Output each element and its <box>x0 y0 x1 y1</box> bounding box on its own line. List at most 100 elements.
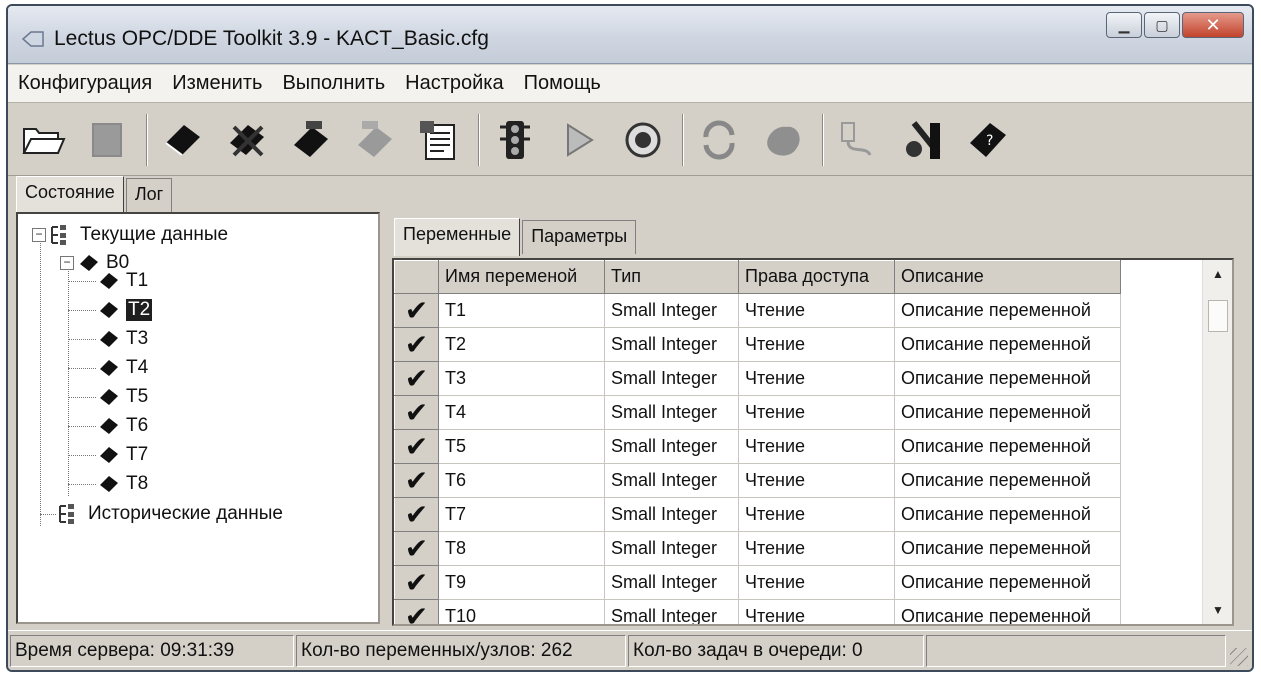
row-check-icon[interactable]: ✔ <box>394 564 439 600</box>
table-row[interactable]: ✔ T6 Small Integer Чтение Описание перем… <box>394 462 1121 498</box>
cell-name[interactable]: T2 <box>438 327 605 362</box>
cell-name[interactable]: T6 <box>438 463 605 498</box>
tree-item-t6[interactable]: T6 <box>98 415 148 437</box>
row-check-icon[interactable]: ✔ <box>394 598 439 624</box>
cell-description[interactable]: Описание переменной <box>894 293 1121 328</box>
row-check-icon[interactable]: ✔ <box>394 530 439 566</box>
tree-node-current-data[interactable]: − Текущие данные <box>32 224 228 246</box>
table-row[interactable]: ✔ T4 Small Integer Чтение Описание перем… <box>394 394 1121 430</box>
cell-access[interactable]: Чтение <box>738 497 895 532</box>
delete-variable-icon[interactable] <box>220 111 274 169</box>
cell-type[interactable]: Small Integer <box>604 361 739 396</box>
row-check-icon[interactable]: ✔ <box>394 462 439 498</box>
scroll-up-arrow-icon[interactable]: ▲ <box>1203 260 1232 288</box>
connection-icon[interactable] <box>832 111 886 169</box>
cell-access[interactable]: Чтение <box>738 531 895 566</box>
cell-type[interactable]: Small Integer <box>604 463 739 498</box>
cell-access[interactable]: Чтение <box>738 395 895 430</box>
row-check-icon[interactable]: ✔ <box>394 292 439 328</box>
minimize-button[interactable]: ▁ <box>1106 12 1142 38</box>
cell-type[interactable]: Small Integer <box>604 531 739 566</box>
cell-name[interactable]: T3 <box>438 361 605 396</box>
cell-type[interactable]: Small Integer <box>604 395 739 430</box>
cell-name[interactable]: T8 <box>438 531 605 566</box>
table-row[interactable]: ✔ T1 Small Integer Чтение Описание перем… <box>394 292 1121 328</box>
cell-access[interactable]: Чтение <box>738 293 895 328</box>
add-item-disabled-icon[interactable] <box>348 111 402 169</box>
cell-access[interactable]: Чтение <box>738 361 895 396</box>
scroll-down-arrow-icon[interactable]: ▼ <box>1203 596 1232 624</box>
table-row[interactable]: ✔ T8 Small Integer Чтение Описание перем… <box>394 530 1121 566</box>
import-config-icon[interactable] <box>412 111 466 169</box>
tree-item-t7[interactable]: T7 <box>98 444 148 466</box>
cell-description[interactable]: Описание переменной <box>894 463 1121 498</box>
row-check-icon[interactable]: ✔ <box>394 394 439 430</box>
menu-run[interactable]: Выполнить <box>282 72 385 95</box>
cell-type[interactable]: Small Integer <box>604 565 739 600</box>
cloud-icon[interactable] <box>756 111 810 169</box>
table-row[interactable]: ✔ T10 Small Integer Чтение Описание пере… <box>394 598 1121 624</box>
cell-description[interactable]: Описание переменной <box>894 497 1121 532</box>
tree-item-t2[interactable]: T2 <box>98 299 153 321</box>
cell-type[interactable]: Small Integer <box>604 599 739 624</box>
cell-type[interactable]: Small Integer <box>604 497 739 532</box>
close-button[interactable]: ✕ <box>1182 12 1244 38</box>
row-check-icon[interactable]: ✔ <box>394 428 439 464</box>
open-folder-icon[interactable] <box>16 111 70 169</box>
resize-grip-icon[interactable] <box>1230 648 1248 666</box>
column-header-type[interactable]: Тип <box>604 260 739 294</box>
table-row[interactable]: ✔ T5 Small Integer Чтение Описание перем… <box>394 428 1121 464</box>
settings-icon[interactable] <box>896 111 950 169</box>
cell-access[interactable]: Чтение <box>738 599 895 624</box>
table-row[interactable]: ✔ T2 Small Integer Чтение Описание перем… <box>394 326 1121 362</box>
cell-description[interactable]: Описание переменной <box>894 327 1121 362</box>
cell-type[interactable]: Small Integer <box>604 293 739 328</box>
cell-name[interactable]: T5 <box>438 429 605 464</box>
tab-variables[interactable]: Переменные <box>394 218 521 256</box>
play-icon[interactable] <box>552 111 606 169</box>
title-bar[interactable]: Lectus OPC/DDE Toolkit 3.9 - KACT_Basic.… <box>8 6 1252 64</box>
column-header-description[interactable]: Описание <box>894 260 1121 294</box>
cell-type[interactable]: Small Integer <box>604 429 739 464</box>
row-check-icon[interactable]: ✔ <box>394 360 439 396</box>
cell-name[interactable]: T10 <box>438 599 605 624</box>
cell-access[interactable]: Чтение <box>738 429 895 464</box>
add-item-icon[interactable] <box>284 111 338 169</box>
tree-item-t8[interactable]: T8 <box>98 473 148 495</box>
cell-name[interactable]: T1 <box>438 293 605 328</box>
cell-name[interactable]: T9 <box>438 565 605 600</box>
menu-help[interactable]: Помощь <box>524 72 601 95</box>
cell-access[interactable]: Чтение <box>738 327 895 362</box>
tab-status[interactable]: Состояние <box>16 176 124 214</box>
cell-description[interactable]: Описание переменной <box>894 429 1121 464</box>
cell-description[interactable]: Описание переменной <box>894 395 1121 430</box>
column-header-access[interactable]: Права доступа <box>738 260 895 294</box>
table-row[interactable]: ✔ T9 Small Integer Чтение Описание перем… <box>394 564 1121 600</box>
checkbox-column-header[interactable] <box>394 260 439 294</box>
traffic-light-icon[interactable] <box>488 111 542 169</box>
cell-description[interactable]: Описание переменной <box>894 531 1121 566</box>
tab-log[interactable]: Лог <box>125 178 173 212</box>
vertical-scrollbar[interactable]: ▲ ▼ <box>1202 260 1232 624</box>
menu-edit[interactable]: Изменить <box>172 72 262 95</box>
cell-name[interactable]: T7 <box>438 497 605 532</box>
record-icon[interactable] <box>616 111 670 169</box>
cell-description[interactable]: Описание переменной <box>894 565 1121 600</box>
help-book-icon[interactable]: ? <box>960 111 1014 169</box>
maximize-button[interactable]: ▢ <box>1144 12 1180 38</box>
tree-item-t4[interactable]: T4 <box>98 357 148 379</box>
tree-item-t5[interactable]: T5 <box>98 386 148 408</box>
menu-configuration[interactable]: Конфигурация <box>18 72 152 95</box>
cell-name[interactable]: T4 <box>438 395 605 430</box>
tab-parameters[interactable]: Параметры <box>522 220 637 254</box>
add-variable-icon[interactable] <box>156 111 210 169</box>
scroll-thumb[interactable] <box>1208 300 1228 332</box>
tree-node-historical-data[interactable]: Исторические данные <box>58 503 283 525</box>
tree-item-t3[interactable]: T3 <box>98 328 148 350</box>
table-row[interactable]: ✔ T7 Small Integer Чтение Описание перем… <box>394 496 1121 532</box>
row-check-icon[interactable]: ✔ <box>394 326 439 362</box>
cell-access[interactable]: Чтение <box>738 463 895 498</box>
cell-type[interactable]: Small Integer <box>604 327 739 362</box>
row-check-icon[interactable]: ✔ <box>394 496 439 532</box>
column-header-name[interactable]: Имя переменой <box>438 260 605 294</box>
